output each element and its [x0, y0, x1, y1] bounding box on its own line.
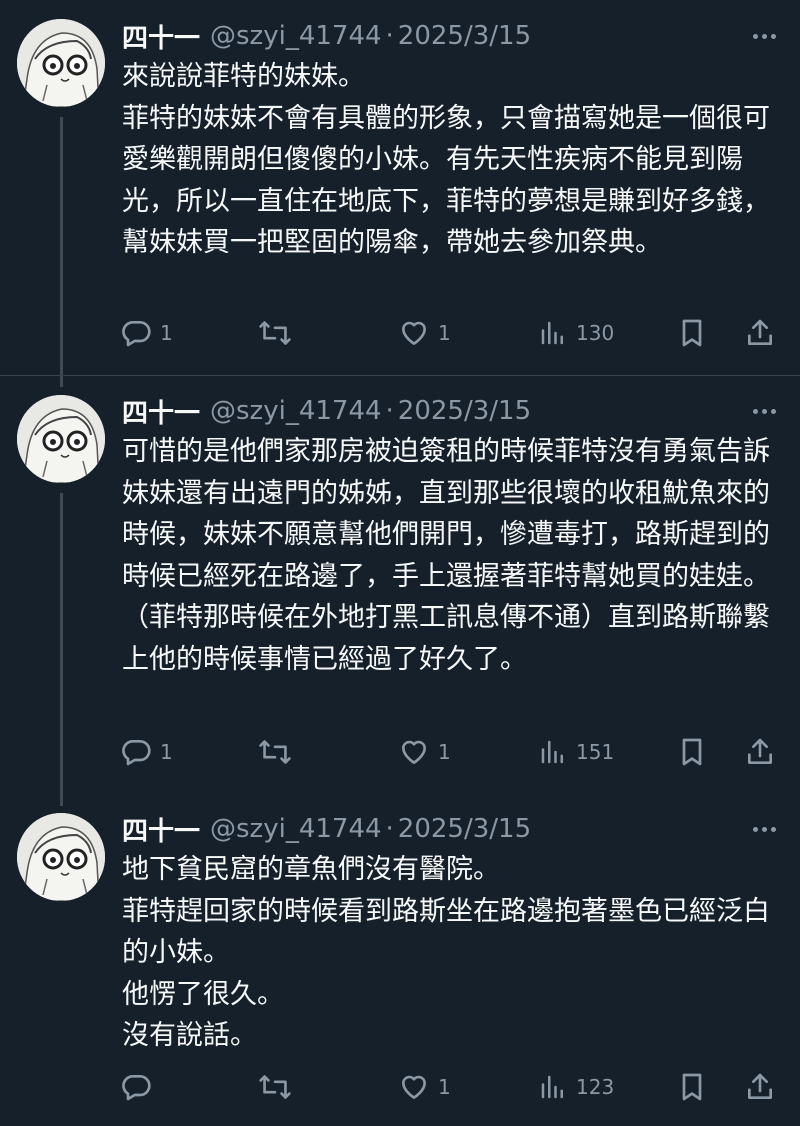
- like-button[interactable]: 1: [398, 313, 451, 353]
- share-icon: [748, 319, 772, 345]
- tweet-header: 四十一 @szyi_41744 · 2025/3/15: [122, 16, 531, 56]
- action-bar: 1 1 151: [120, 732, 790, 772]
- separator-dot: ·: [385, 814, 394, 844]
- username[interactable]: @szyi_41744: [210, 814, 382, 844]
- tweet-paragraph: 來說說菲特的妹妹。: [122, 61, 365, 92]
- avatar[interactable]: [17, 19, 105, 107]
- display-name[interactable]: 四十一: [122, 811, 200, 848]
- timestamp[interactable]: 2025/3/15: [398, 21, 531, 51]
- thread-line: [60, 117, 63, 387]
- views-button[interactable]: 123: [538, 1067, 614, 1107]
- retweet-icon: [259, 1075, 291, 1099]
- display-name[interactable]: 四十一: [122, 18, 200, 55]
- tweet-text: 地下貧民窟的章魚們沒有醫院。 菲特趕回家的時候看到路斯坐在路邊抱著墨色已經泛白的…: [122, 849, 782, 1057]
- separator-dot: ·: [385, 396, 394, 426]
- avatar[interactable]: [17, 813, 105, 901]
- tweet-3[interactable]: 四十一 @szyi_41744 · 2025/3/15 地下貧民窟的章魚們沒有醫…: [0, 795, 800, 1126]
- tweet-paragraph: 可惜的是他們家那房被迫簽租的時候菲特沒有勇氣告訴妹妹還有出遠門的姊姊，直到那些很…: [122, 436, 770, 675]
- more-options-icon[interactable]: [744, 21, 784, 51]
- tweet-text: 來說說菲特的妹妹。 菲特的妹妹不會有具體的形象，只會描寫她是一個很可愛樂觀開朗但…: [122, 56, 782, 264]
- timestamp[interactable]: 2025/3/15: [398, 396, 531, 426]
- retweet-button[interactable]: [258, 732, 300, 772]
- analytics-icon: [541, 321, 563, 345]
- tweet-header: 四十一 @szyi_41744 · 2025/3/15: [122, 809, 531, 849]
- retweet-icon: [259, 321, 291, 345]
- share-button[interactable]: [744, 1067, 776, 1107]
- like-count: 1: [438, 321, 451, 345]
- heart-icon: [402, 1075, 426, 1099]
- heart-icon: [402, 321, 426, 345]
- separator-dot: ·: [385, 21, 394, 51]
- tweet-paragraph: 他愣了很久。: [122, 978, 284, 1010]
- analytics-icon: [541, 1075, 563, 1099]
- reply-icon: [122, 321, 151, 347]
- username[interactable]: @szyi_41744: [210, 396, 382, 426]
- tweet-2[interactable]: 四十一 @szyi_41744 · 2025/3/15 可惜的是他們家那房被迫簽…: [0, 376, 800, 806]
- views-button[interactable]: 130: [538, 313, 614, 353]
- more-options-icon[interactable]: [744, 814, 784, 844]
- reply-icon: [122, 1075, 151, 1101]
- reply-icon: [122, 740, 151, 766]
- share-button[interactable]: [744, 313, 776, 353]
- view-count: 130: [576, 321, 615, 345]
- bookmark-button[interactable]: [676, 732, 708, 772]
- tweet-paragraph: 菲特的妹妹不會有具體的形象，只會描寫她是一個很可愛樂觀開朗但傻傻的小妹。有先天性…: [122, 102, 770, 259]
- bookmark-icon: [682, 1073, 702, 1101]
- reply-count: 1: [160, 740, 173, 764]
- tweet-paragraph: 沒有說話。: [122, 1020, 257, 1051]
- reply-button[interactable]: [120, 1067, 160, 1107]
- views-button[interactable]: 151: [538, 732, 614, 772]
- reply-button[interactable]: 1: [120, 732, 173, 772]
- tweet-paragraph: 菲特趕回家的時候看到路斯坐在路邊抱著墨色已經泛白的小妹。: [122, 895, 770, 969]
- thread-line: [60, 493, 63, 806]
- bookmark-button[interactable]: [676, 1067, 708, 1107]
- reply-count: 1: [160, 321, 173, 345]
- retweet-button[interactable]: [258, 313, 300, 353]
- bookmark-icon: [682, 738, 702, 766]
- username[interactable]: @szyi_41744: [210, 21, 382, 51]
- like-button[interactable]: 1: [398, 1067, 451, 1107]
- tweet-header: 四十一 @szyi_41744 · 2025/3/15: [122, 391, 531, 431]
- like-count: 1: [438, 1075, 451, 1099]
- retweet-icon: [259, 740, 291, 764]
- tweet-paragraph: 地下貧民窟的章魚們沒有醫院。: [122, 854, 500, 885]
- like-count: 1: [438, 740, 451, 764]
- share-icon: [748, 738, 772, 764]
- tweet-1[interactable]: 四十一 @szyi_41744 · 2025/3/15 來說說菲特的妹妹。 菲特…: [0, 0, 800, 387]
- more-options-icon[interactable]: [744, 396, 784, 426]
- action-bar: 1 1 130: [120, 313, 790, 353]
- like-button[interactable]: 1: [398, 732, 451, 772]
- bookmark-icon: [682, 319, 702, 347]
- reply-button[interactable]: 1: [120, 313, 173, 353]
- bookmark-button[interactable]: [676, 313, 708, 353]
- tweet-text: 可惜的是他們家那房被迫簽租的時候菲特沒有勇氣告訴妹妹還有出遠門的姊姊，直到那些很…: [122, 431, 782, 680]
- share-button[interactable]: [744, 732, 776, 772]
- retweet-button[interactable]: [258, 1067, 300, 1107]
- action-bar: 1 123: [120, 1067, 790, 1107]
- display-name[interactable]: 四十一: [122, 393, 200, 430]
- view-count: 123: [576, 1075, 615, 1099]
- avatar[interactable]: [17, 395, 105, 483]
- analytics-icon: [541, 740, 563, 764]
- view-count: 151: [576, 740, 615, 764]
- timestamp[interactable]: 2025/3/15: [398, 814, 531, 844]
- heart-icon: [402, 740, 426, 764]
- share-icon: [748, 1073, 772, 1099]
